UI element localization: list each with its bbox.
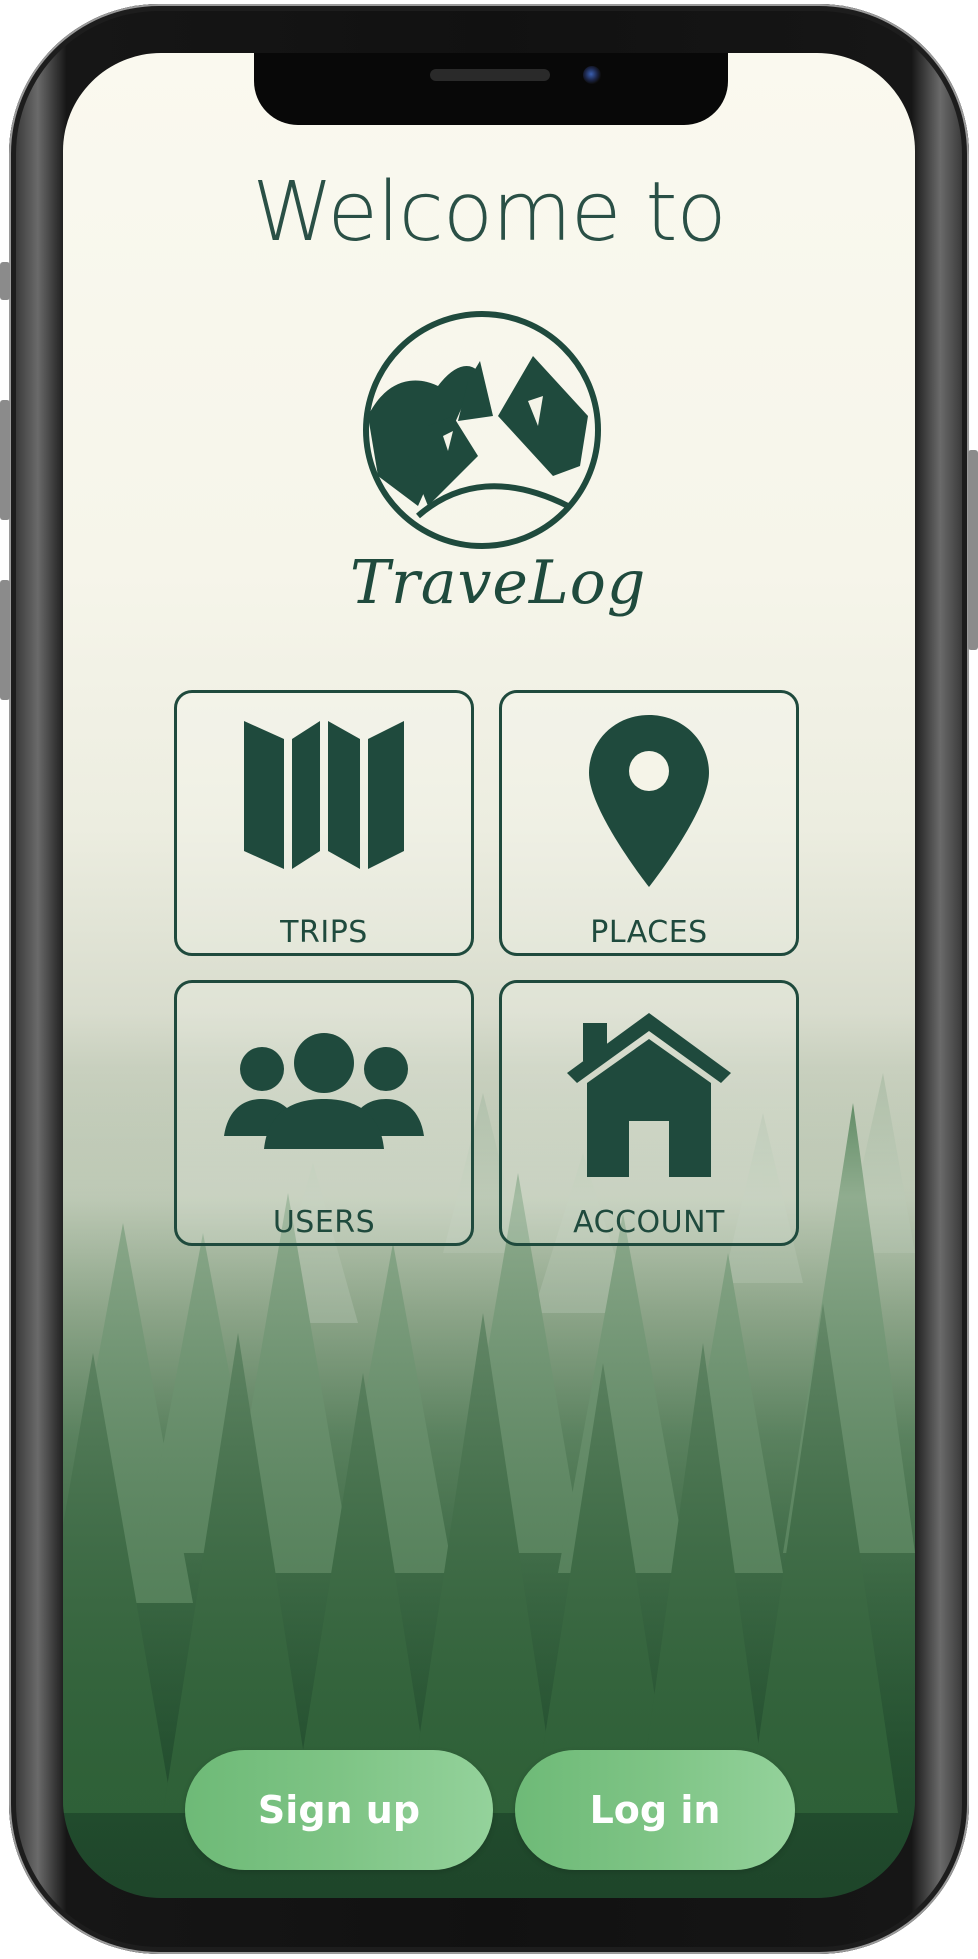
tile-trips-label: TRIPS [280, 915, 368, 950]
login-button[interactable]: Log in [515, 1750, 795, 1870]
tile-users-label: USERS [272, 1205, 376, 1240]
volume-up-button [0, 400, 10, 520]
earpiece-speaker [430, 69, 550, 81]
tile-account[interactable]: ACCOUNT [499, 980, 799, 1246]
silent-switch [0, 262, 10, 300]
map-icon [244, 721, 404, 869]
power-button [968, 450, 978, 650]
welcome-heading: Welcome to [252, 165, 726, 260]
volume-down-button [0, 580, 10, 700]
tile-users[interactable]: USERS [174, 980, 474, 1246]
tile-places-label: PLACES [590, 915, 708, 950]
tile-account-label: ACCOUNT [573, 1205, 725, 1240]
travelog-logo-icon [363, 311, 601, 549]
location-pin-icon [589, 715, 709, 887]
tile-trips[interactable]: TRIPS [174, 690, 474, 956]
users-icon [224, 1033, 424, 1149]
signup-button[interactable]: Sign up [185, 1750, 493, 1870]
notch [254, 53, 728, 125]
tile-places[interactable]: PLACES [499, 690, 799, 956]
brand-name: TraveLog [350, 548, 647, 618]
front-camera [583, 66, 601, 84]
home-icon [567, 1013, 731, 1177]
